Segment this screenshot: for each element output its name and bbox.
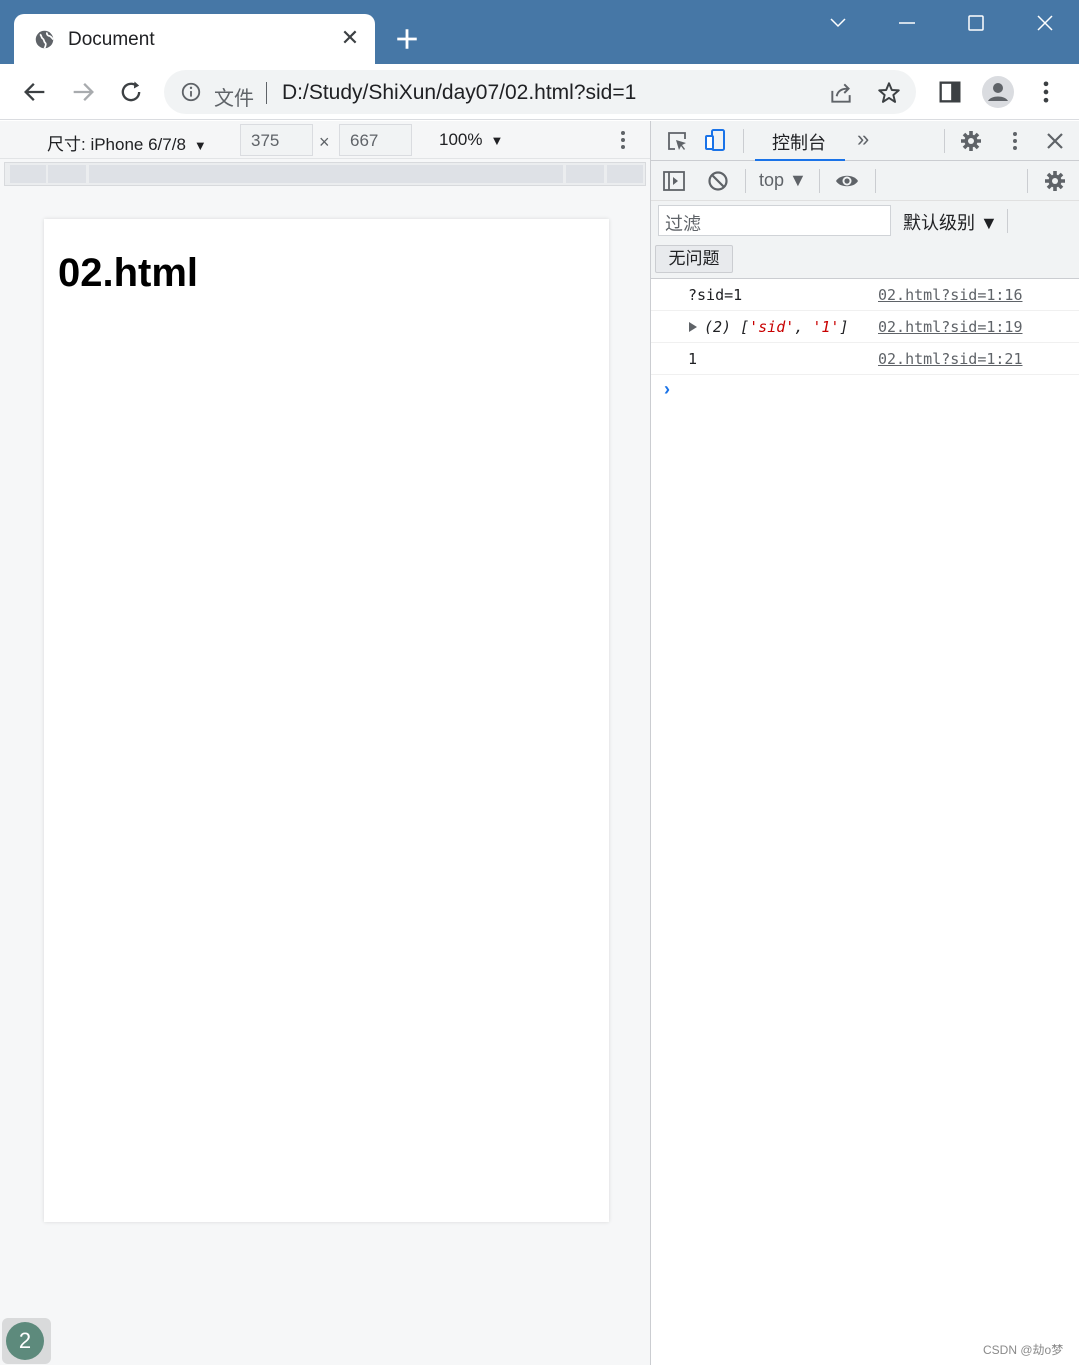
- reload-icon[interactable]: [117, 78, 145, 106]
- toolbar-divider: [819, 169, 820, 193]
- expand-triangle-icon[interactable]: [689, 322, 697, 332]
- prompt-chevron-icon: ›: [664, 379, 670, 399]
- close-devtools-icon[interactable]: [1043, 129, 1067, 153]
- console-message: 1 02.html?sid=1:21: [651, 343, 1079, 375]
- zoom-selector[interactable]: 100% ▼: [439, 130, 503, 150]
- console-settings-gear-icon[interactable]: [1043, 169, 1067, 193]
- globe-icon: [35, 30, 54, 49]
- context-selector[interactable]: top ▼: [759, 170, 807, 191]
- kebab-menu-icon[interactable]: [1003, 129, 1027, 153]
- badge-count: 2: [6, 1322, 44, 1360]
- watermark: CSDN @劫o梦: [983, 1343, 1064, 1357]
- caret-down-icon: ▼: [490, 133, 504, 148]
- url-text[interactable]: D:/Study/ShiXun/day07/02.html?sid=1: [282, 81, 636, 105]
- minimize-icon[interactable]: [887, 10, 927, 38]
- console-array-preview[interactable]: (2) ['sid', '1']: [704, 318, 849, 336]
- side-panel-icon[interactable]: [936, 78, 964, 106]
- settings-gear-icon[interactable]: [959, 129, 983, 153]
- chevron-down-icon[interactable]: [818, 10, 858, 38]
- media-query-segment[interactable]: [566, 165, 604, 183]
- device-selector-label: 尺寸: iPhone 6/7/8: [47, 135, 186, 154]
- device-selector[interactable]: 尺寸: iPhone 6/7/8 ▼: [47, 130, 207, 155]
- array-close-bracket: ]: [839, 318, 849, 336]
- tab-title: Document: [68, 29, 155, 50]
- console-source-link[interactable]: 02.html?sid=1:19: [878, 318, 1023, 336]
- more-tabs-icon[interactable]: »: [857, 126, 869, 152]
- console-source-link[interactable]: 02.html?sid=1:21: [878, 350, 1023, 368]
- issues-bar: 无问题: [651, 241, 1079, 279]
- console-toolbar: top ▼: [651, 161, 1079, 201]
- console-filter-bar: 过滤 默认级别 ▼: [651, 201, 1079, 241]
- device-toolbar: 尺寸: iPhone 6/7/8 ▼ 375 × 667 100% ▼: [0, 121, 650, 159]
- device-toggle-icon[interactable]: [703, 128, 727, 152]
- media-query-segment[interactable]: [10, 165, 46, 183]
- toolbar-divider: [944, 129, 945, 153]
- close-icon[interactable]: [1025, 10, 1065, 38]
- console-prompt[interactable]: ›: [651, 375, 1079, 405]
- forward-arrow-icon[interactable]: [69, 78, 97, 106]
- eye-icon[interactable]: [835, 169, 859, 193]
- tab-console-label: 控制台: [772, 133, 826, 153]
- caret-down-icon: ▼: [193, 138, 207, 153]
- toolbar-divider: [1007, 209, 1008, 233]
- media-query-segment[interactable]: [89, 165, 563, 183]
- url-scheme-label: 文件: [214, 88, 254, 110]
- toolbar-divider: [743, 129, 744, 153]
- more-options-icon[interactable]: [613, 129, 633, 151]
- array-item-string: 'sid': [749, 318, 795, 336]
- star-icon[interactable]: [876, 80, 902, 106]
- no-issues-button[interactable]: 无问题: [655, 245, 733, 273]
- toolbar-divider: [745, 169, 746, 193]
- console-message-text: ?sid=1: [688, 286, 743, 304]
- address-bar[interactable]: 文件 D:/Study/ShiXun/day07/02.html?sid=1: [164, 70, 916, 114]
- devtools-panel: 控制台 » top ▼ 过滤 默认级别 ▼ 无问题 ?sid=1 02.html…: [650, 121, 1079, 1365]
- toolbar-divider: [875, 169, 876, 193]
- browser-toolbar: 文件 D:/Study/ShiXun/day07/02.html?sid=1: [0, 64, 1079, 120]
- times-sign: ×: [319, 132, 330, 152]
- console-message: ?sid=1 02.html?sid=1:16: [651, 279, 1079, 311]
- page-heading: 02.html: [58, 251, 199, 295]
- media-query-segment[interactable]: [48, 165, 86, 183]
- share-icon[interactable]: [828, 80, 854, 106]
- tab-console[interactable]: 控制台: [755, 121, 845, 161]
- console-output: ?sid=1 02.html?sid=1:16 (2) ['sid', '1']…: [651, 279, 1079, 405]
- media-query-segment[interactable]: [607, 165, 643, 183]
- notification-badge[interactable]: 2: [2, 1318, 51, 1364]
- array-comma: ,: [794, 318, 813, 336]
- array-open-bracket: [: [740, 318, 750, 336]
- console-message-text: 1: [688, 350, 698, 368]
- toolbar-divider: [1027, 169, 1028, 193]
- maximize-icon[interactable]: [956, 10, 996, 38]
- console-message: (2) ['sid', '1'] 02.html?sid=1:19: [651, 311, 1079, 343]
- console-source-link[interactable]: 02.html?sid=1:16: [878, 286, 1023, 304]
- emulated-viewport: 02.html: [44, 219, 609, 1222]
- filter-input[interactable]: 过滤: [658, 205, 891, 236]
- profile-icon[interactable]: [982, 76, 1014, 108]
- plus-icon[interactable]: [394, 26, 420, 52]
- sidebar-toggle-icon[interactable]: [662, 169, 686, 193]
- kebab-menu-icon[interactable]: [1032, 78, 1060, 106]
- title-bar: Document ✕: [0, 0, 1079, 64]
- devtools-header: 控制台 »: [651, 121, 1079, 161]
- clear-console-icon[interactable]: [706, 169, 730, 193]
- media-query-bar[interactable]: [4, 162, 646, 186]
- zoom-value: 100%: [439, 130, 483, 149]
- device-emulation-pane: 尺寸: iPhone 6/7/8 ▼ 375 × 667 100% ▼ 02.htm…: [0, 121, 650, 1365]
- info-icon[interactable]: [180, 81, 202, 103]
- tab-close-icon[interactable]: ✕: [339, 27, 361, 49]
- array-length: (2): [704, 318, 741, 336]
- width-input[interactable]: 375: [240, 124, 313, 156]
- inspect-element-icon[interactable]: [665, 129, 689, 153]
- browser-tab[interactable]: Document ✕: [14, 14, 375, 64]
- back-arrow-icon[interactable]: [21, 78, 49, 106]
- height-input[interactable]: 667: [339, 124, 412, 156]
- url-separator: [266, 82, 267, 104]
- log-level-selector[interactable]: 默认级别 ▼: [903, 209, 998, 235]
- array-item-string: '1': [812, 318, 840, 336]
